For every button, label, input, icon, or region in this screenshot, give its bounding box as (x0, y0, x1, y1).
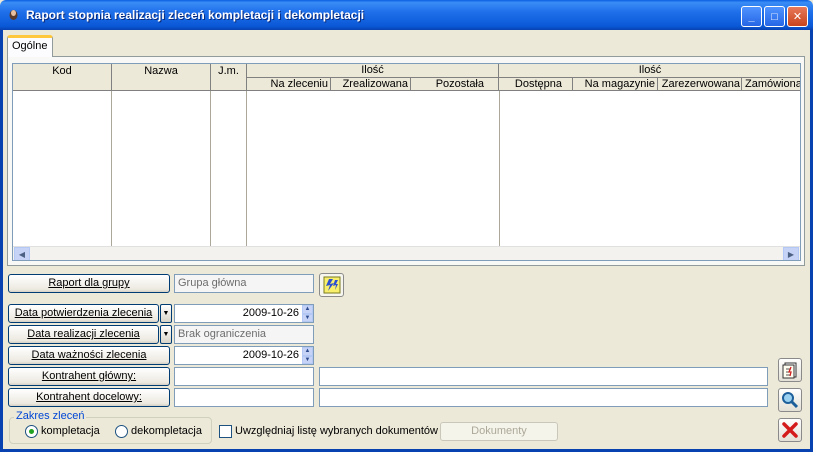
minimize-icon: _ (748, 10, 755, 23)
lightning-icon (323, 276, 340, 294)
print-report-button[interactable] (778, 358, 802, 382)
column-group-ilosc-1: Ilość (247, 64, 499, 78)
radio-dekompletacja-label[interactable]: dekompletacja (131, 425, 202, 437)
kontrahent-glowny-code-field[interactable] (174, 367, 314, 386)
spin-up-icon[interactable]: ▲ (302, 305, 313, 314)
kontrahent-docelowy-button[interactable]: Kontrahent docelowy: (8, 388, 170, 407)
window-title: Raport stopnia realizacji zleceń komplet… (26, 8, 365, 22)
grid-col-divider (210, 91, 211, 246)
column-nazwa[interactable]: Nazwa (112, 64, 211, 91)
column-dostepna[interactable]: Dostępna (499, 78, 573, 91)
column-na-zleceniu[interactable]: Na zleceniu (247, 78, 331, 91)
search-icon (782, 392, 799, 409)
cancel-x-icon (782, 422, 798, 438)
kontrahent-docelowy-code-field[interactable] (174, 388, 314, 407)
uwzgledniaj-label[interactable]: Uwzględniaj listę wybranych dokumentów (235, 425, 438, 437)
refresh-lightning-button[interactable] (319, 273, 344, 297)
close-icon: ✕ (792, 11, 803, 23)
column-zarezerwowana[interactable]: Zarezerwowana (658, 78, 742, 91)
radio-kompletacja[interactable] (25, 425, 38, 438)
close-button[interactable]: ✕ (787, 6, 808, 27)
data-potwierdzenia-spinner[interactable]: ▲ ▼ (302, 305, 313, 322)
close-window-button[interactable] (778, 418, 802, 442)
spin-up-icon[interactable]: ▲ (302, 347, 313, 356)
spin-down-icon[interactable]: ▼ (302, 355, 313, 364)
grid-col-divider (111, 91, 112, 246)
data-waznosci-spinner[interactable]: ▲ ▼ (302, 347, 313, 364)
window-frame-left (0, 30, 3, 452)
column-jm[interactable]: J.m. (211, 64, 247, 91)
data-potwierdzenia-dropdown[interactable]: ▼ (160, 304, 172, 323)
tab-ogolne[interactable]: Ogólne (7, 35, 53, 57)
data-potwierdzenia-field[interactable]: 2009-10-26 (174, 304, 314, 323)
kontrahent-glowny-name-field[interactable] (319, 367, 768, 386)
tab-ogolne-label: Ogólne (12, 40, 48, 52)
scroll-left-icon[interactable]: ◀ (14, 247, 30, 260)
chevron-down-icon: ▼ (162, 310, 170, 317)
dokumenty-button[interactable]: Dokumenty (440, 422, 558, 441)
radio-kompletacja-label[interactable]: kompletacja (41, 425, 100, 437)
raport-grupa-field[interactable]: Grupa główna (174, 274, 314, 293)
kontrahent-docelowy-name-field[interactable] (319, 388, 768, 407)
print-icon (782, 362, 797, 379)
raport-dla-grupy-button[interactable]: Raport dla grupy (8, 274, 170, 293)
app-icon (9, 10, 18, 20)
maximize-icon: □ (771, 10, 778, 23)
column-zamowiona[interactable]: Zamówiona (742, 78, 800, 91)
data-realizacji-button[interactable]: Data realizacji zlecenia (8, 325, 159, 344)
uwzgledniaj-checkbox[interactable] (219, 425, 232, 438)
grid-col-divider (499, 91, 500, 246)
data-potwierdzenia-button[interactable]: Data potwierdzenia zlecenia (8, 304, 159, 323)
search-button[interactable] (778, 388, 802, 412)
grid-col-divider (246, 91, 247, 246)
column-group-ilosc-2: Ilość (499, 64, 800, 78)
column-zrealizowana[interactable]: Zrealizowana (331, 78, 411, 91)
minimize-button[interactable]: _ (741, 6, 762, 27)
scroll-right-icon[interactable]: ▶ (783, 247, 799, 260)
maximize-button[interactable]: □ (764, 6, 785, 27)
data-waznosci-field[interactable]: 2009-10-26 (174, 346, 314, 365)
data-waznosci-button[interactable]: Data ważności zlecenia (8, 346, 170, 365)
zakres-zlecen-label: Zakres zleceń (14, 410, 87, 422)
data-realizacji-dropdown[interactable]: ▼ (160, 325, 172, 344)
radio-dekompletacja[interactable] (115, 425, 128, 438)
column-na-magazynie[interactable]: Na magazynie (573, 78, 658, 91)
kontrahent-glowny-button[interactable]: Kontrahent główny: (8, 367, 170, 386)
column-kod[interactable]: Kod (13, 64, 112, 91)
chevron-down-icon: ▼ (162, 331, 170, 338)
column-pozostala[interactable]: Pozostała (411, 78, 499, 91)
results-grid[interactable]: Kod Nazwa J.m. Ilość Ilość Na zleceniu Z… (12, 63, 801, 261)
grid-horizontal-scrollbar[interactable]: ◀ ▶ (13, 246, 800, 260)
spin-down-icon[interactable]: ▼ (302, 313, 313, 322)
data-realizacji-field[interactable]: Brak ograniczenia (174, 325, 314, 344)
